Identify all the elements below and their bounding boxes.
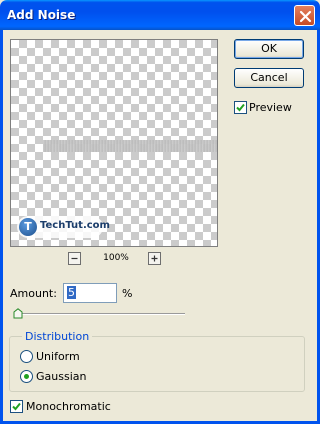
window-title: Add Noise <box>7 8 76 22</box>
zoom-out-button[interactable] <box>68 252 81 265</box>
title-bar[interactable]: Add Noise <box>0 0 320 30</box>
noise-preview-stroke <box>43 140 217 152</box>
amount-unit: % <box>122 287 133 300</box>
amount-input[interactable]: 5 <box>63 283 117 303</box>
window-frame-left <box>0 30 3 424</box>
checkmark-icon <box>12 402 21 411</box>
preview-checkbox[interactable] <box>234 101 247 114</box>
close-icon <box>299 10 312 23</box>
cancel-button[interactable]: Cancel <box>234 68 304 88</box>
preview-label[interactable]: Preview <box>249 101 292 114</box>
plus-icon <box>151 255 158 262</box>
checkmark-icon <box>236 103 245 112</box>
close-button[interactable] <box>294 5 315 26</box>
slider-thumb-icon[interactable] <box>13 308 23 319</box>
amount-slider-track[interactable] <box>14 313 185 315</box>
monochromatic-label[interactable]: Monochromatic <box>26 400 111 413</box>
amount-value: 5 <box>67 286 76 299</box>
monochromatic-checkbox[interactable] <box>10 400 23 413</box>
amount-label: Amount: <box>10 287 57 300</box>
watermark-logo: T TechTut.com <box>17 216 110 238</box>
minus-icon <box>71 257 78 260</box>
ok-button[interactable]: OK <box>234 39 304 59</box>
watermark-text: TechTut.com <box>40 220 110 231</box>
distribution-group <box>9 336 305 392</box>
zoom-in-button[interactable] <box>148 252 161 265</box>
logo-mark: T <box>19 218 37 236</box>
uniform-label[interactable]: Uniform <box>36 350 80 363</box>
zoom-level: 100% <box>103 253 129 263</box>
radio-selected-dot <box>24 374 29 379</box>
uniform-radio[interactable] <box>20 350 33 363</box>
distribution-legend: Distribution <box>22 330 93 343</box>
gaussian-label[interactable]: Gaussian <box>36 370 86 383</box>
gaussian-radio[interactable] <box>20 370 33 383</box>
preview-pane[interactable]: T TechTut.com <box>10 39 218 247</box>
